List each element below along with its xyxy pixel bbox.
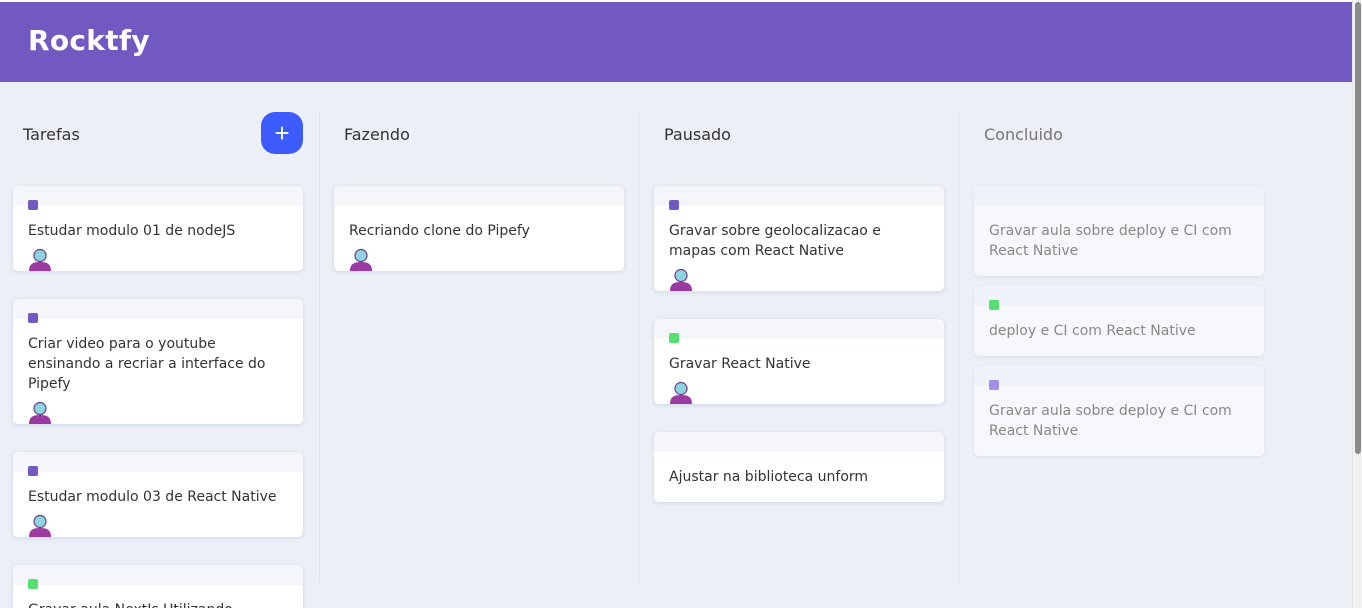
card[interactable]: Estudar modulo 03 de React Native [13, 452, 303, 537]
card[interactable]: Criar video para o youtube ensinando a r… [13, 299, 303, 424]
card-label [669, 333, 679, 343]
card-text: Gravar React Native [669, 356, 811, 372]
card-text: deploy e CI com React Native [989, 323, 1196, 339]
card[interactable]: Gravar aula sobre deploy e CI com React … [974, 366, 1264, 456]
app-logo: Rocktfy [28, 24, 150, 57]
card-label [989, 300, 999, 310]
card-text: Estudar modulo 01 de nodeJS [28, 223, 236, 239]
card[interactable]: Gravar React Native [654, 319, 944, 404]
card-text: Gravar aula sobre deploy e CI com React … [989, 223, 1232, 259]
card[interactable]: Estudar modulo 01 de nodeJS [13, 186, 303, 271]
list-title: Pausado [664, 125, 731, 144]
card-text: Gravar aula sobre deploy e CI com React … [989, 403, 1232, 439]
card-text: Criar video para o youtube ensinando a r… [28, 336, 266, 392]
user-avatar-icon [670, 381, 692, 404]
card[interactable]: deploy e CI com React Native [974, 286, 1264, 356]
card[interactable]: Gravar aula sobre deploy e CI com React … [974, 186, 1264, 276]
add-card-button[interactable]: + [261, 112, 303, 154]
card[interactable]: Gravar sobre geolocalizacao e mapas com … [654, 186, 944, 291]
card-label [669, 200, 679, 210]
card-label [28, 466, 38, 476]
user-avatar-icon [350, 248, 372, 271]
card[interactable]: Recriando clone do Pipefy [334, 186, 624, 271]
list-fazendo: Fazendo Recriando clone do Pipefy [320, 112, 639, 582]
card-label [28, 313, 38, 323]
page-scrollbar[interactable] [1352, 0, 1362, 608]
user-avatar-icon [670, 268, 692, 291]
kanban-board: Tarefas + Estudar modulo 01 de nodeJS Cr… [0, 82, 1352, 608]
list-title: Concluido [984, 125, 1063, 144]
card-text: Estudar modulo 03 de React Native [28, 489, 277, 505]
list-concluido: Concluido Gravar aula sobre deploy e CI … [960, 112, 1279, 608]
card-text: Ajustar na biblioteca unform [669, 469, 869, 485]
card-label [989, 380, 999, 390]
scrollbar-thumb[interactable] [1355, 2, 1361, 454]
user-avatar-icon [29, 248, 51, 271]
list-title: Tarefas [23, 125, 80, 144]
user-avatar-icon [29, 401, 51, 424]
card-text: Recriando clone do Pipefy [349, 223, 530, 239]
list-tarefas: Tarefas + Estudar modulo 01 de nodeJS Cr… [0, 112, 320, 608]
list-title: Fazendo [344, 125, 410, 144]
card-label [28, 579, 38, 589]
card-text: Gravar sobre geolocalizacao e mapas com … [669, 223, 881, 259]
card[interactable]: Gravar aula NextJs Utilizando [13, 565, 303, 608]
app-header: Rocktfy [0, 0, 1352, 82]
card-text: Gravar aula NextJs Utilizando [28, 600, 288, 608]
user-avatar-icon [29, 514, 51, 537]
list-pausado: Pausado Gravar sobre geolocalizacao e ma… [640, 112, 959, 582]
card[interactable]: Ajustar na biblioteca unform [654, 432, 944, 502]
card-label [28, 200, 38, 210]
